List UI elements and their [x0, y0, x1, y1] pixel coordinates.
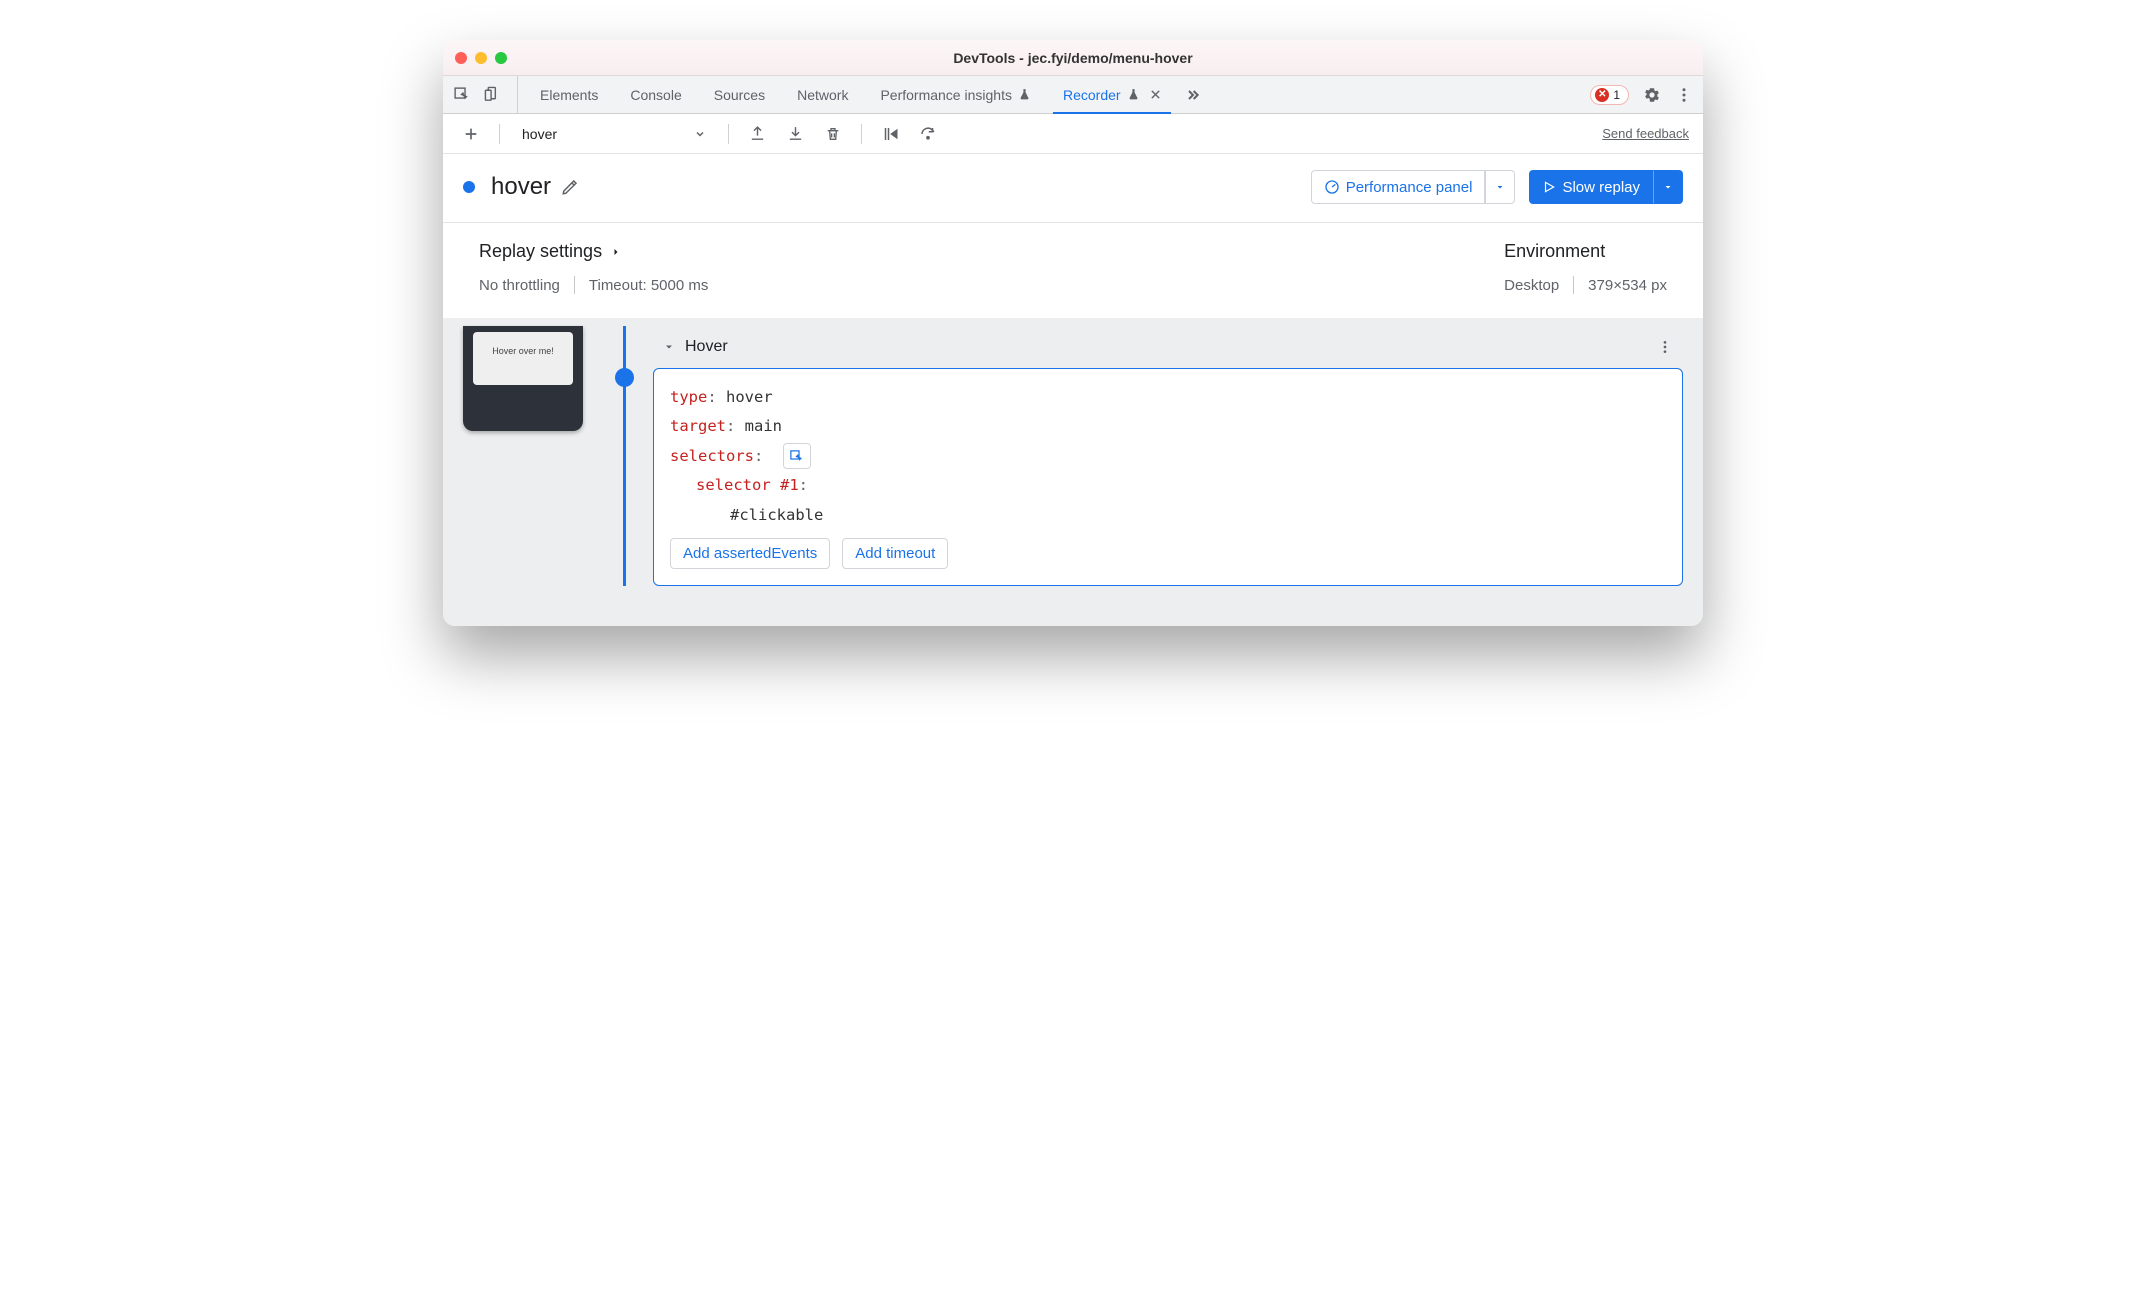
new-recording-button[interactable] [457, 120, 485, 148]
flask-icon [1018, 88, 1031, 101]
environment-title: Environment [1504, 241, 1667, 262]
device-value: Desktop [1504, 277, 1559, 294]
step-type-key: type [670, 388, 707, 406]
tab-overflow[interactable] [1177, 76, 1209, 113]
slow-replay-dropdown[interactable] [1653, 170, 1683, 204]
recorder-toolbar: hover Send feedback [443, 114, 1703, 154]
tab-network[interactable]: Network [781, 76, 864, 113]
more-vert-icon[interactable] [1675, 86, 1693, 104]
devtools-window: DevTools - jec.fyi/demo/menu-hover Eleme… [443, 40, 1703, 626]
chevron-down-icon [663, 341, 675, 353]
chevron-right-icon [610, 246, 622, 258]
performance-panel-dropdown[interactable] [1485, 170, 1515, 204]
edit-icon[interactable] [561, 178, 579, 196]
thumbnail-text: Hover over me! [473, 332, 573, 385]
step-menu-button[interactable] [1657, 339, 1673, 355]
error-count: 1 [1613, 88, 1620, 102]
recording-header: hover Performance panel [443, 154, 1703, 223]
error-badge[interactable]: ✕ 1 [1590, 85, 1629, 105]
add-timeout-button[interactable]: Add timeout [842, 538, 948, 569]
steps-body: Hover over me! Hover type: hover [443, 318, 1703, 626]
tab-performance-insights[interactable]: Performance insights [864, 76, 1047, 113]
replay-settings-toggle[interactable]: Replay settings [479, 241, 708, 262]
step-target-value[interactable]: main [745, 417, 782, 435]
pick-element-button[interactable] [783, 443, 811, 469]
slow-replay-split-button: Slow replay [1529, 170, 1683, 204]
settings-gear-icon[interactable] [1643, 86, 1661, 104]
performance-panel-button[interactable]: Performance panel [1311, 170, 1486, 204]
import-button[interactable] [781, 120, 809, 148]
step-replay-button[interactable] [876, 120, 904, 148]
send-feedback-link[interactable]: Send feedback [1602, 126, 1689, 141]
tab-sources[interactable]: Sources [698, 76, 781, 113]
step-title: Hover [685, 338, 728, 356]
timeline: Hover type: hover target: main selectors… [599, 326, 1683, 586]
step-type-value[interactable]: hover [726, 388, 773, 406]
viewport-value: 379×534 px [1588, 277, 1667, 294]
minimize-window-button[interactable] [475, 52, 487, 64]
step-header[interactable]: Hover [653, 326, 1683, 368]
error-icon: ✕ [1595, 88, 1609, 102]
close-window-button[interactable] [455, 52, 467, 64]
tab-console[interactable]: Console [614, 76, 697, 113]
play-icon [1542, 180, 1556, 194]
tab-elements[interactable]: Elements [524, 76, 614, 113]
throttling-value: No throttling [479, 277, 560, 294]
tab-recorder[interactable]: Recorder [1047, 76, 1177, 113]
window-title: DevTools - jec.fyi/demo/menu-hover [443, 50, 1703, 66]
selector-1-value[interactable]: #clickable [730, 506, 823, 524]
timeout-value: Timeout: 5000 ms [589, 277, 709, 294]
step-detail-card: type: hover target: main selectors: sele… [653, 368, 1683, 586]
performance-panel-split-button: Performance panel [1311, 170, 1516, 204]
screenshot-thumbnail[interactable]: Hover over me! [463, 326, 583, 431]
chevron-down-icon [694, 128, 706, 140]
gauge-icon [1324, 179, 1340, 195]
inspect-icon[interactable] [453, 86, 470, 103]
chevron-double-right-icon [1185, 87, 1201, 103]
selector-1-key: selector #1 [696, 476, 799, 494]
traffic-lights [455, 52, 507, 64]
export-button[interactable] [743, 120, 771, 148]
add-asserted-events-button[interactable]: Add assertedEvents [670, 538, 830, 569]
flask-icon [1127, 88, 1140, 101]
recording-selector[interactable]: hover [514, 120, 714, 148]
device-toggle-icon[interactable] [484, 86, 501, 103]
recording-title: hover [491, 173, 551, 201]
close-icon[interactable] [1150, 89, 1161, 100]
maximize-window-button[interactable] [495, 52, 507, 64]
slow-replay-button[interactable]: Slow replay [1529, 170, 1653, 204]
step-selectors-key: selectors [670, 447, 754, 465]
status-dot-icon [463, 181, 475, 193]
titlebar: DevTools - jec.fyi/demo/menu-hover [443, 40, 1703, 76]
timeline-rail [623, 326, 626, 586]
delete-button[interactable] [819, 120, 847, 148]
step-over-button[interactable] [914, 120, 942, 148]
settings-strip: Replay settings No throttling Timeout: 5… [443, 223, 1703, 318]
tabs-bar: Elements Console Sources Network Perform… [443, 76, 1703, 114]
step-target-key: target [670, 417, 726, 435]
